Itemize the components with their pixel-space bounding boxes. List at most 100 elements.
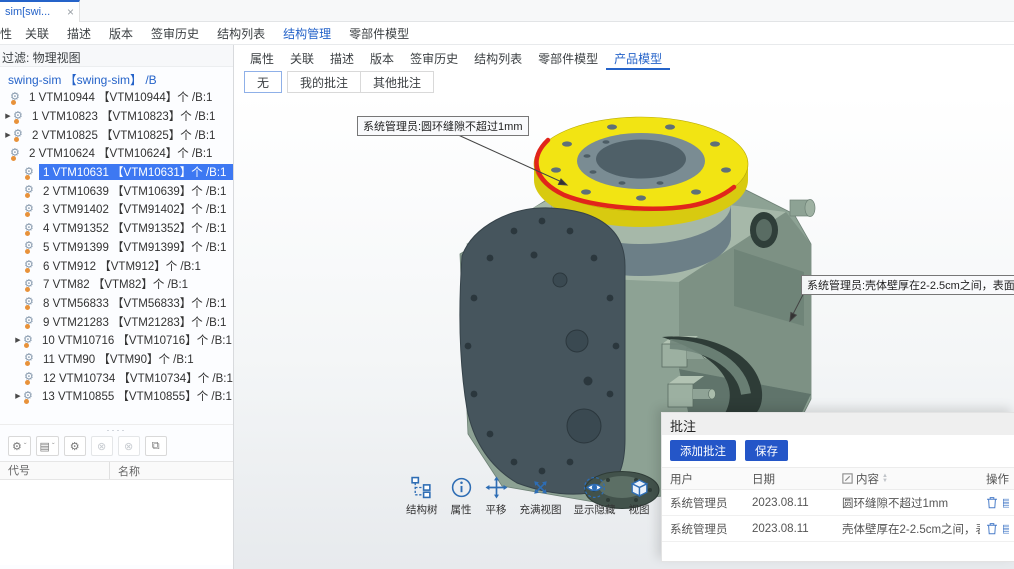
nav-item-part-model[interactable]: 零部件模型 bbox=[340, 25, 418, 42]
expand-arrow-icon[interactable]: ▶ bbox=[13, 392, 23, 400]
tree-item[interactable]: ▶⚙1 VTM10823 【VTM10823】个 /B:1 bbox=[0, 107, 233, 126]
sort-icons[interactable]: ▲▼ bbox=[882, 474, 888, 483]
column-code[interactable]: 代号 bbox=[0, 462, 110, 479]
nav-item-relations[interactable]: 关联 bbox=[16, 25, 58, 42]
nav-item-structure-manage[interactable]: 结构管理 bbox=[274, 25, 340, 42]
part-icon: ⚙ bbox=[10, 147, 25, 160]
part-icon: ⚙ bbox=[24, 184, 39, 197]
column-content[interactable]: 内容 ▲▼ bbox=[842, 471, 980, 487]
3d-viewport[interactable]: 系统管理员:圆环缝隙不超过1mm 系统管理员:壳体壁厚在2-2.5cm之间，表面… bbox=[234, 94, 1014, 569]
remove-button[interactable]: ⊗ bbox=[91, 436, 113, 456]
tree-item[interactable]: ⚙9 VTM21283 【VTM21283】个 /B:1 bbox=[0, 312, 233, 331]
tree-item[interactable]: ⚙7 VTM82 【VTM82】个 /B:1 bbox=[0, 275, 233, 294]
filter-other-comments-button[interactable]: 其他批注 bbox=[360, 71, 434, 93]
tab-properties[interactable]: 属性 bbox=[242, 46, 282, 70]
tree-item-selected[interactable]: ⚙1 VTM10631 【VTM10631】个 /B:1 bbox=[0, 163, 233, 182]
tree-item[interactable]: ▶⚙2 VTM10825 【VTM10825】个 /B:1 bbox=[0, 125, 233, 144]
tree-root-node[interactable]: swing-sim 【swing-sim】 /B bbox=[0, 67, 233, 88]
tree-item-label: 1 VTM10631 【VTM10631】个 /B:1 bbox=[39, 164, 233, 180]
tree-item-label: 1 VTM10944 【VTM10944】个 /B:1 bbox=[25, 89, 233, 105]
part-icon: ⚙ bbox=[10, 91, 25, 104]
part-icon: ⚙ bbox=[24, 203, 39, 216]
nav-item-review-history[interactable]: 签审历史 bbox=[142, 25, 208, 42]
filter-my-comments-button[interactable]: 我的批注 bbox=[287, 71, 361, 93]
tree-item-label: 13 VTM10855 【VTM10855】个 /B:1 bbox=[38, 388, 233, 404]
tree-item[interactable]: ▶⚙10 VTM10716 【VTM10716】个 /B:1 bbox=[0, 331, 233, 350]
tab-part-model[interactable]: 零部件模型 bbox=[530, 46, 606, 70]
tree-item-label: 7 VTM82 【VTM82】个 /B:1 bbox=[39, 276, 233, 292]
annotation-label-shell[interactable]: 系统管理员:壳体壁厚在2-2.5cm之间，表面光滑无磨痕 bbox=[801, 275, 1014, 295]
tree-item-label: 6 VTM912 【VTM912】个 /B:1 bbox=[39, 258, 233, 274]
tree-item[interactable]: ⚙4 VTM91352 【VTM91352】个 /B:1 bbox=[0, 219, 233, 238]
tree-item-label: 5 VTM91399 【VTM91399】个 /B:1 bbox=[39, 239, 233, 255]
view-config-button[interactable]: ▤ˇ bbox=[36, 436, 59, 456]
tree-item[interactable]: ▶⚙13 VTM10855 【VTM10855】个 /B:1 bbox=[0, 387, 233, 406]
compare-button[interactable]: ⚙ bbox=[64, 436, 86, 456]
app-window: sim[swi... × 属性 关联 描述 版本 签审历史 结构列表 结构管理 … bbox=[0, 0, 1014, 569]
tab-description[interactable]: 描述 bbox=[322, 46, 362, 70]
tree-item[interactable]: ⚙1 VTM10944 【VTM10944】个 /B:1 bbox=[0, 88, 233, 107]
show-hide-tool[interactable]: 显示隐藏 bbox=[568, 476, 622, 517]
nav-item-properties[interactable]: 属性 bbox=[0, 25, 16, 42]
view-tool[interactable]: 视图 bbox=[622, 476, 657, 517]
part-icon: ⚙ bbox=[23, 390, 38, 403]
tree-item-label: 1 VTM10823 【VTM10823】个 /B:1 bbox=[28, 108, 233, 124]
part-icon: ⚙ bbox=[24, 222, 39, 235]
document-tab[interactable]: sim[swi... × bbox=[0, 0, 80, 22]
tab-review-history[interactable]: 签审历史 bbox=[402, 46, 466, 70]
tree-item[interactable]: ⚙8 VTM56833 【VTM56833】个 /B:1 bbox=[0, 294, 233, 313]
delete-icon[interactable] bbox=[986, 522, 998, 535]
tree-item[interactable]: ⚙2 VTM10624 【VTM10624】个 /B:1 bbox=[0, 144, 233, 163]
properties-tool[interactable]: 属性 bbox=[444, 476, 479, 517]
column-user: 用户 bbox=[662, 471, 750, 487]
column-name[interactable]: 名称 bbox=[110, 463, 140, 479]
extra-op-icon[interactable]: ▤ bbox=[1002, 496, 1009, 509]
remove-all-button[interactable]: ⊗ bbox=[118, 436, 140, 456]
delete-icon[interactable] bbox=[986, 496, 998, 509]
caret-down-icon: ˇ bbox=[52, 442, 55, 451]
tab-product-model[interactable]: 产品模型 bbox=[606, 46, 670, 70]
expand-arrow-icon[interactable]: ▶ bbox=[3, 112, 13, 120]
comments-panel: 批注 添加批注 保存 用户 日期 内容 bbox=[661, 412, 1014, 562]
structure-tree-tool[interactable]: 结构树 bbox=[400, 476, 444, 517]
splitter-handle-horizontal[interactable]: ···· bbox=[0, 427, 233, 434]
nav-item-version[interactable]: 版本 bbox=[100, 25, 142, 42]
tree-item-label: 11 VTM90 【VTM90】个 /B:1 bbox=[39, 351, 233, 367]
part-icon: ⚙ bbox=[24, 278, 39, 291]
nav-item-description[interactable]: 描述 bbox=[58, 25, 100, 42]
tree-item-label: 8 VTM56833 【VTM56833】个 /B:1 bbox=[39, 295, 233, 311]
tree-item[interactable]: ⚙11 VTM90 【VTM90】个 /B:1 bbox=[0, 350, 233, 369]
save-comment-button[interactable]: 保存 bbox=[745, 440, 788, 461]
pan-tool[interactable]: 平移 bbox=[479, 476, 514, 517]
close-icon[interactable]: × bbox=[67, 6, 74, 18]
tab-version[interactable]: 版本 bbox=[362, 46, 402, 70]
expand-arrow-icon[interactable]: ▶ bbox=[13, 336, 23, 344]
expand-arrow-icon[interactable]: ▶ bbox=[3, 131, 13, 139]
add-comment-button[interactable]: 添加批注 bbox=[670, 440, 736, 461]
fit-view-tool[interactable]: 充满视图 bbox=[514, 476, 568, 517]
nav-item-structure-list[interactable]: 结构列表 bbox=[208, 25, 274, 42]
tab-relations[interactable]: 关联 bbox=[282, 46, 322, 70]
detail-tabs: 属性 关联 描述 版本 签审历史 结构列表 零部件模型 产品模型 bbox=[234, 45, 1014, 70]
filter-none-button[interactable]: 无 bbox=[244, 71, 282, 93]
tree-item[interactable]: ⚙12 VTM10734 【VTM10734】个 /B:1 bbox=[0, 368, 233, 387]
tree-item[interactable]: ⚙3 VTM91402 【VTM91402】个 /B:1 bbox=[0, 200, 233, 219]
viewer-toolbar: 结构树 属性 bbox=[400, 476, 657, 517]
tree-item[interactable]: ⚙6 VTM912 【VTM912】个 /B:1 bbox=[0, 256, 233, 275]
settings-gear-button[interactable]: ⚙ˇ bbox=[8, 436, 31, 456]
copy-button[interactable]: ⧉ bbox=[145, 436, 167, 456]
tab-structure-list[interactable]: 结构列表 bbox=[466, 46, 530, 70]
tree-item[interactable]: ⚙5 VTM91399 【VTM91399】个 /B:1 bbox=[0, 238, 233, 257]
tree-item-label: 12 VTM10734 【VTM10734】个 /B:1 bbox=[39, 370, 233, 386]
annotation-label-ring[interactable]: 系统管理员:圆环缝隙不超过1mm bbox=[357, 116, 529, 136]
column-ops: 操作 bbox=[980, 471, 1014, 487]
comment-row[interactable]: 系统管理员 2023.08.11 圆环缝隙不超过1mm ▤ bbox=[662, 490, 1014, 516]
detail-panel: 属性 关联 描述 版本 签审历史 结构列表 零部件模型 产品模型 无 我的批注 … bbox=[234, 45, 1014, 569]
document-tab-title: sim[swi... bbox=[5, 6, 50, 18]
annotation-filter-group: 无 我的批注 其他批注 bbox=[234, 70, 1014, 94]
result-grid-body bbox=[0, 480, 233, 565]
part-icon: ⚙ bbox=[24, 259, 39, 272]
comment-row[interactable]: 系统管理员 2023.08.11 壳体壁厚在2-2.5cm之间，表面光滑无磨痕 … bbox=[662, 516, 1014, 542]
tree-item[interactable]: ⚙2 VTM10639 【VTM10639】个 /B:1 bbox=[0, 181, 233, 200]
extra-op-icon[interactable]: ▤ bbox=[1002, 522, 1009, 535]
